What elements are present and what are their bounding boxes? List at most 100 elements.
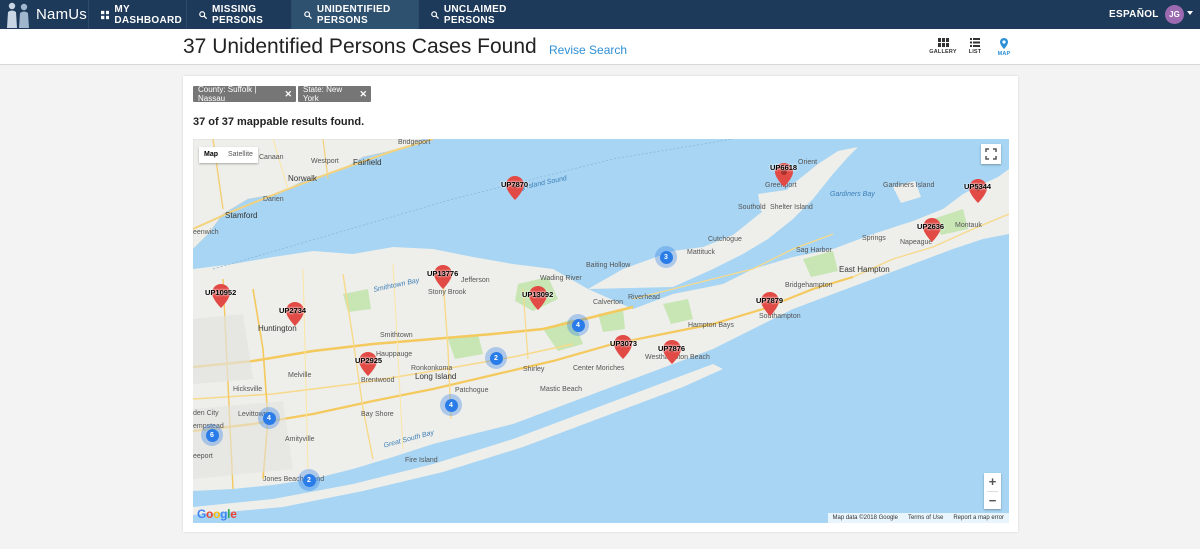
google-logo: Google [197,507,237,521]
nav-unidentified-persons[interactable]: UNIDENTIFIED PERSONS [291,0,418,29]
pin-label[interactable]: UP6618 [770,163,797,172]
place-label: Shirley [523,366,545,373]
place-label: Hicksville [233,386,263,393]
place-label: Center Moriches [573,365,625,372]
zoom-in-button[interactable]: + [984,473,1001,491]
place-label: Hampton Bays [688,322,734,329]
map-data-text: Map data ©2018 Google [832,515,898,521]
report-map-error-link[interactable]: Report a map error [948,515,1009,521]
place-label: eeport [193,453,213,460]
pin-label[interactable]: UP7876 [658,344,685,353]
place-label: Fire Island [405,457,438,464]
close-icon[interactable]: ✕ [284,89,292,100]
filter-chip-county[interactable]: County: Suffolk | Nassau ✕ [193,85,296,103]
page-title: 37 Unidentified Persons Cases Found [183,35,537,58]
place-label: Cutchogue [708,236,742,243]
nav-my-dashboard[interactable]: MY DASHBOARD [88,0,186,29]
place-label: Baiting Hollow [586,262,631,269]
cluster-count: 3 [659,250,673,264]
pin-label[interactable]: UP10952 [205,288,236,297]
place-label: Bay Shore [361,411,394,418]
search-icon [199,10,208,19]
map-cluster-marker[interactable]: 2 [485,347,507,369]
place-label: Stamford [225,211,258,220]
place-label: Mattituck [687,249,716,256]
zoom-control[interactable]: + − [984,473,1001,509]
zoom-out-button[interactable]: − [984,492,1001,510]
map-type-toggle[interactable]: Map Satellite [199,147,258,163]
place-label: Stony Brook [428,289,467,296]
filter-chip-state[interactable]: State: New York ✕ [298,85,371,103]
place-label: Westport [311,158,339,165]
results-count: 37 of 37 mappable results found. [193,116,365,128]
cluster-count: 4 [444,398,458,412]
close-icon[interactable]: ✕ [359,89,367,100]
place-label: Canaan [259,154,284,161]
dashboard-grid-icon [101,10,110,19]
view-gallery-button[interactable]: GALLERY [928,38,958,60]
view-map-button[interactable]: MAP [989,38,1019,60]
place-label: Gardiners Bay [830,191,875,198]
place-label: Brentwood [361,377,395,384]
cluster-count: 4 [571,318,585,332]
place-label: Jefferson [461,277,490,284]
map-cluster-marker[interactable]: 2 [298,469,320,491]
view-list-button[interactable]: LIST [960,38,990,60]
cluster-count: 6 [205,428,219,442]
map-attribution: Map data ©2018 Google Terms of Use Repor… [827,513,1009,523]
place-label: Amityville [285,436,315,443]
nav-label: UNIDENTIFIED PERSONS [316,3,391,26]
search-icon [304,10,312,19]
map-cluster-marker[interactable]: 4 [258,407,280,429]
map-cluster-marker[interactable]: 6 [201,424,223,446]
pin-label[interactable]: UP7870 [501,180,528,189]
place-label: Fairfield [353,158,382,167]
place-label: Gardiners Island [883,182,935,189]
pin-label[interactable]: UP2636 [917,222,944,231]
pin-label[interactable]: UP13092 [522,290,553,299]
revise-search-link[interactable]: Revise Search [549,43,627,57]
chevron-down-icon[interactable] [1187,11,1193,15]
pin-label[interactable]: UP2925 [355,356,382,365]
fullscreen-button[interactable] [981,144,1001,164]
place-label: Southold [738,204,766,211]
terms-of-use-link[interactable]: Terms of Use [903,515,948,521]
nav-missing-persons[interactable]: MISSING PERSONS [186,0,291,29]
avatar[interactable]: JG [1165,5,1184,24]
place-label: Orient [798,159,818,166]
view-label: MAP [997,51,1011,57]
pin-label[interactable]: UP3073 [610,339,637,348]
search-icon [431,10,439,19]
results-map[interactable]: Bridgeport Westport Fairfield Canaan Nor… [193,139,1009,523]
place-label: Riverhead [628,294,660,301]
map-pin-icon [1000,38,1008,49]
language-toggle[interactable]: ESPAÑOL [1109,9,1159,20]
nav-label: MISSING PERSONS [212,3,264,26]
map-cluster-marker[interactable]: 3 [655,246,677,268]
cluster-count: 2 [489,351,503,365]
map-type-map[interactable]: Map [199,147,223,163]
pin-label[interactable]: UP5344 [964,182,991,191]
place-label: Sag Harbor [796,247,832,254]
place-label: Melville [288,372,312,379]
place-label: Bridgeport [398,139,431,146]
place-label: eenwich [193,229,219,236]
namus-logo[interactable]: NamUs [0,0,88,29]
place-label: Norwalk [288,174,317,183]
view-label: GALLERY [929,49,957,55]
cluster-count: 4 [262,411,276,425]
map-cluster-marker[interactable]: 4 [440,394,462,416]
map-type-satellite[interactable]: Satellite [223,147,258,163]
place-label: Long Island [415,372,457,381]
nav-unclaimed-persons[interactable]: UNCLAIMED PERSONS [418,0,536,29]
pin-label[interactable]: UP2734 [279,306,306,315]
pin-label[interactable]: UP7879 [756,296,783,305]
gallery-grid-icon [937,38,949,47]
place-label: den City [193,410,219,417]
pin-label[interactable]: UP13776 [427,269,458,278]
namus-figures-icon [7,2,29,28]
results-card: County: Suffolk | Nassau ✕ State: New Yo… [183,76,1018,532]
place-label: Darien [263,196,284,203]
cluster-count: 2 [302,473,316,487]
map-cluster-marker[interactable]: 4 [567,314,589,336]
